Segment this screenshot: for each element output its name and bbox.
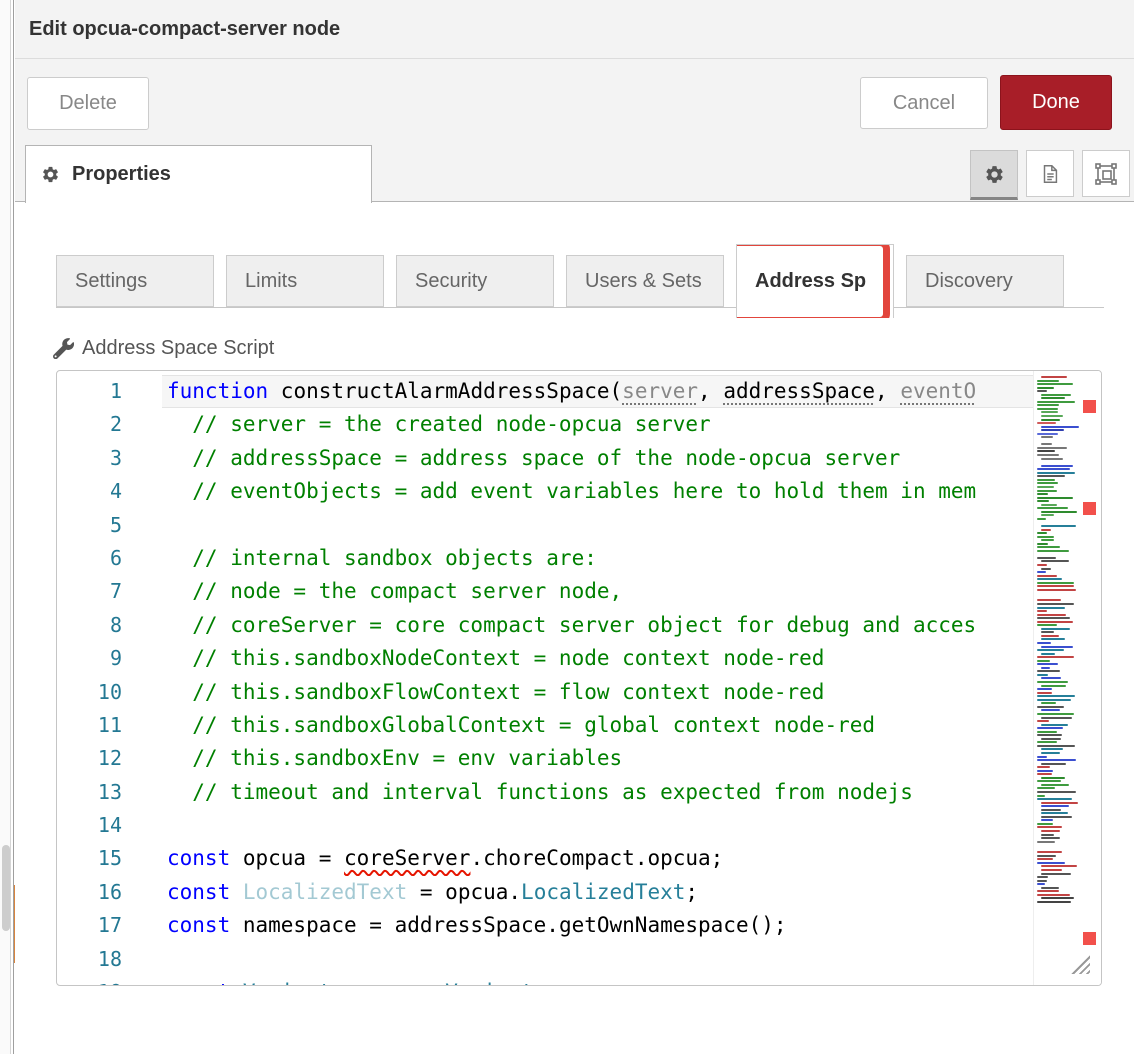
code-line-11[interactable]: 11 // this.sandboxGlobalContext = global… — [57, 709, 1101, 742]
line-number: 7 — [57, 575, 122, 608]
tab-label: Address Sp — [755, 270, 866, 293]
line-number: 3 — [57, 442, 122, 475]
line-number: 6 — [57, 542, 122, 575]
code-line-16[interactable]: 16const LocalizedText = opcua.LocalizedT… — [57, 876, 1101, 909]
tab-label: Users & Sets — [585, 270, 702, 293]
line-number: 5 — [57, 509, 122, 542]
cancel-button[interactable]: Cancel — [860, 77, 988, 129]
editor-tab-bar: Properties — [15, 145, 1134, 202]
line-number: 4 — [57, 475, 122, 508]
line-number: 19 — [57, 976, 122, 986]
code-line-3[interactable]: 3 // addressSpace = address space of the… — [57, 442, 1101, 475]
code-line-8[interactable]: 8 // coreServer = core compact server ob… — [57, 609, 1101, 642]
line-number: 8 — [57, 609, 122, 642]
line-number: 11 — [57, 709, 122, 742]
code-line-5[interactable]: 5 — [57, 509, 1101, 542]
properties-tab-label: Properties — [72, 163, 171, 186]
minimap[interactable] — [1033, 371, 1101, 985]
tray-toolbar: Delete Cancel Done — [15, 59, 1134, 145]
tab-limits[interactable]: Limits — [226, 255, 384, 307]
error-marker — [1083, 932, 1096, 945]
code-line-17[interactable]: 17const namespace = addressSpace.getOwnN… — [57, 909, 1101, 942]
code-line-1[interactable]: 1function constructAlarmAddressSpace(ser… — [57, 375, 1101, 408]
tab-address-sp[interactable]: Address Sp — [736, 244, 894, 318]
tab-label: Limits — [245, 270, 297, 293]
line-number: 9 — [57, 642, 122, 675]
line-number: 13 — [57, 776, 122, 809]
code-line-19[interactable]: 19const Variant = opcua.Variant; — [57, 976, 1101, 986]
code-line-9[interactable]: 9 // this.sandboxNodeContext = node cont… — [57, 642, 1101, 675]
document-icon — [1039, 163, 1061, 185]
appearance-icon — [1094, 162, 1118, 186]
edit-node-tray: Edit opcua-compact-server node Delete Ca… — [15, 0, 1134, 1054]
dialog-title: Edit opcua-compact-server node — [15, 18, 340, 41]
code-line-18[interactable]: 18 — [57, 943, 1101, 976]
appearance-icon-button[interactable] — [1082, 150, 1130, 197]
done-button[interactable]: Done — [1000, 75, 1112, 130]
line-number: 15 — [57, 842, 122, 875]
line-number: 16 — [57, 876, 122, 909]
code-line-7[interactable]: 7 // node = the compact server node, — [57, 575, 1101, 608]
code-line-4[interactable]: 4 // eventObjects = add event variables … — [57, 475, 1101, 508]
form-tabs: Settings Limits Security Users & Sets Addres… — [56, 255, 1104, 308]
editor-tab-icons — [970, 150, 1130, 200]
node-red-edit-tray: Edit opcua-compact-server node Delete Ca… — [0, 0, 1134, 1054]
line-number: 1 — [57, 375, 122, 408]
tab-security[interactable]: Security — [396, 255, 554, 307]
tab-label: Discovery — [925, 270, 1013, 293]
code-editor[interactable]: 1function constructAlarmAddressSpace(ser… — [56, 370, 1102, 986]
line-number: 18 — [57, 943, 122, 976]
description-icon-button[interactable] — [1026, 150, 1074, 197]
code-line-2[interactable]: 2 // server = the created node-opcua ser… — [57, 408, 1101, 441]
code-line-14[interactable]: 14 — [57, 809, 1101, 842]
tab-settings[interactable]: Settings — [56, 255, 214, 307]
minimap-code — [1037, 376, 1079, 915]
tab-label: Settings — [75, 270, 147, 293]
code-line-13[interactable]: 13 // timeout and interval functions as … — [57, 776, 1101, 809]
tab-discovery[interactable]: Discovery — [906, 255, 1064, 307]
code-line-6[interactable]: 6 // internal sandbox objects are: — [57, 542, 1101, 575]
properties-icon-button[interactable] — [970, 150, 1018, 200]
section-label: Address Space Script — [82, 337, 274, 360]
gear-icon — [984, 164, 1005, 185]
code-line-15[interactable]: 15const opcua = coreServer.choreCompact.… — [57, 842, 1101, 875]
line-number: 2 — [57, 408, 122, 441]
properties-panel: Settings Limits Security Users & Sets Addres… — [15, 255, 1134, 986]
section-label-row: Address Space Script — [53, 337, 1134, 360]
tab-properties[interactable]: Properties — [25, 145, 372, 203]
code-lines: 1function constructAlarmAddressSpace(ser… — [57, 371, 1101, 986]
line-number: 17 — [57, 909, 122, 942]
resize-grip-icon[interactable] — [1068, 952, 1090, 974]
tab-users-sets[interactable]: Users & Sets — [566, 255, 724, 307]
tray-header: Edit opcua-compact-server node — [15, 0, 1134, 59]
delete-button[interactable]: Delete — [27, 77, 149, 130]
error-marker — [1083, 400, 1096, 413]
tab-label: Security — [415, 270, 487, 293]
page-scrollbar-track[interactable] — [0, 0, 11, 1054]
gear-icon — [41, 165, 60, 184]
line-number: 14 — [57, 809, 122, 842]
wrench-icon — [53, 338, 74, 359]
code-line-12[interactable]: 12 // this.sandboxEnv = env variables — [57, 742, 1101, 775]
page-scrollbar-thumb[interactable] — [2, 845, 10, 931]
line-number: 10 — [57, 676, 122, 709]
error-marker — [1083, 502, 1096, 515]
code-line-10[interactable]: 10 // this.sandboxFlowContext = flow con… — [57, 676, 1101, 709]
line-number: 12 — [57, 742, 122, 775]
